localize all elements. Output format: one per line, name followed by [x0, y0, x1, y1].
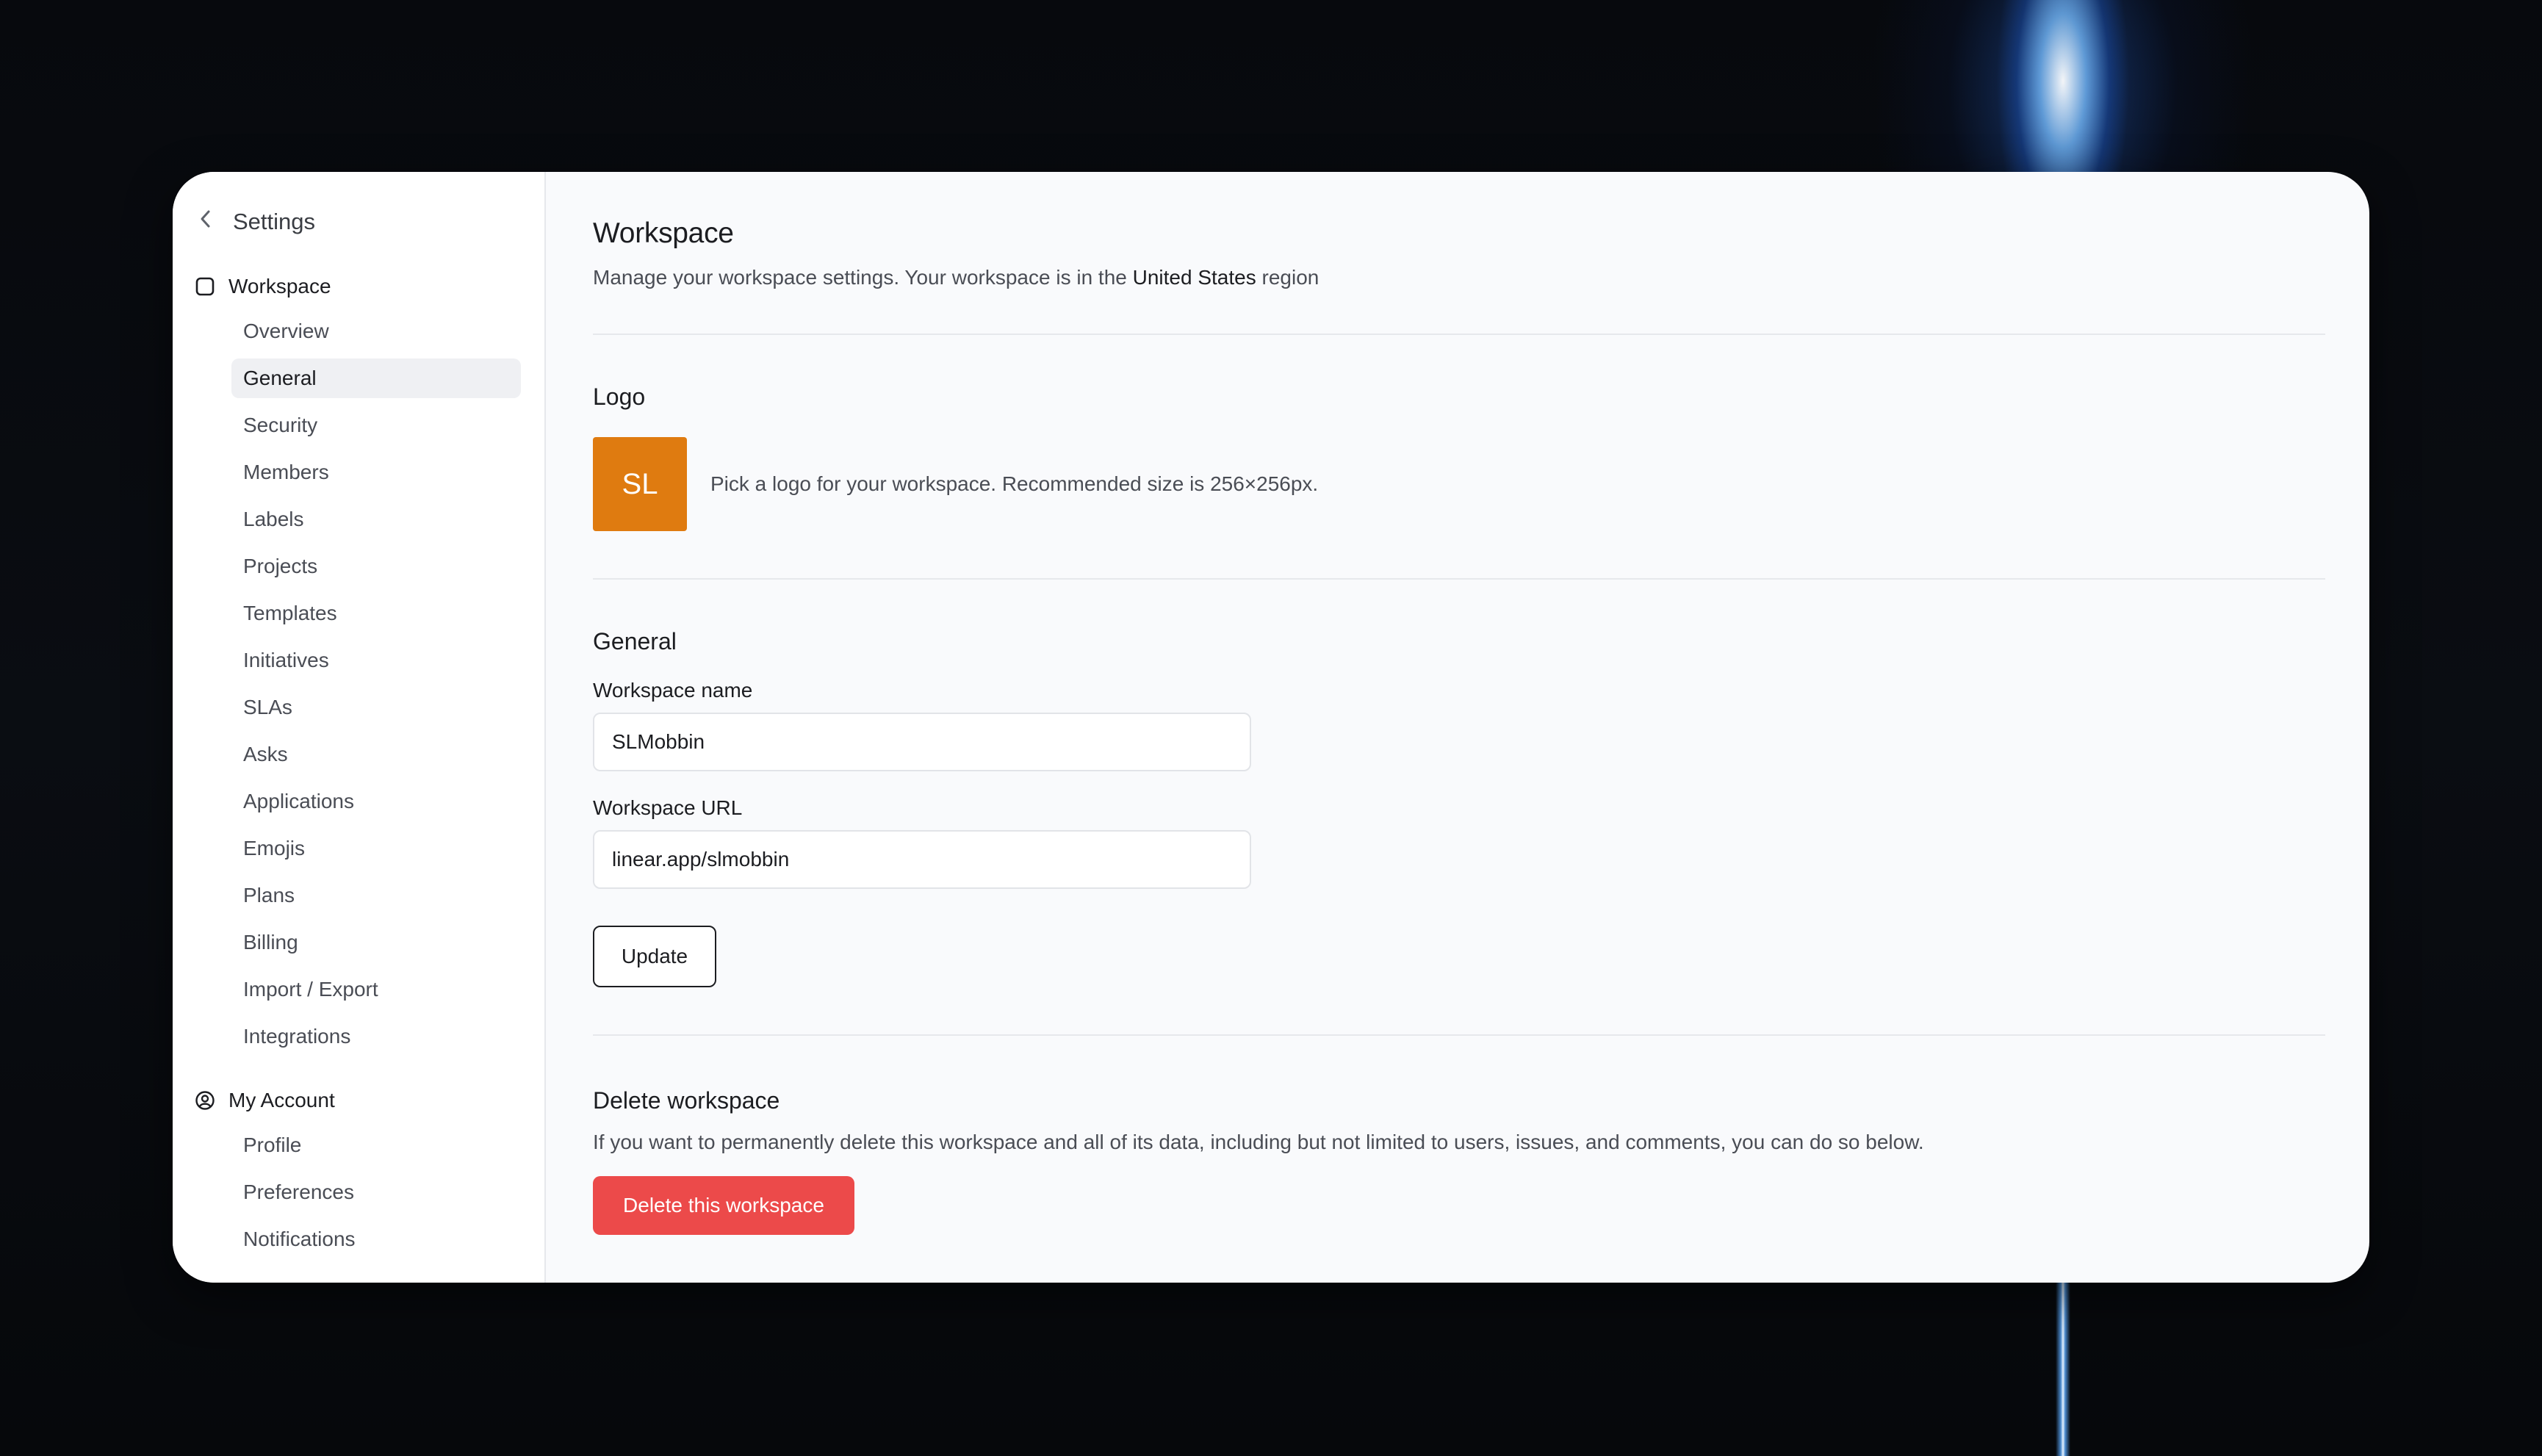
logo-hint: Pick a logo for your workspace. Recommen… — [710, 472, 1319, 495]
delete-description: If you want to permanently delete this w… — [593, 1131, 1924, 1153]
sidebar-item-labels[interactable]: Labels — [231, 500, 521, 539]
back-to-settings-button[interactable]: Settings — [198, 201, 544, 242]
divider — [593, 334, 2325, 335]
account-group-title: My Account — [228, 1089, 335, 1111]
workspace-name-label: Workspace name — [593, 679, 753, 702]
general-section-title: General — [593, 628, 677, 655]
user-circle-icon — [195, 1090, 215, 1111]
sidebar-item-billing[interactable]: Billing — [231, 923, 521, 962]
sidebar-item-slas[interactable]: SLAs — [231, 688, 521, 727]
delete-workspace-button[interactable]: Delete this workspace — [593, 1176, 854, 1235]
page-title: Workspace — [593, 217, 734, 249]
logo-section-title: Logo — [593, 383, 646, 410]
back-label: Settings — [233, 209, 316, 234]
workspace-group-title: Workspace — [228, 275, 331, 298]
sidebar-item-applications[interactable]: Applications — [231, 782, 521, 821]
sidebar-item-integrations[interactable]: Integrations — [231, 1017, 521, 1056]
sidebar-item-initiatives[interactable]: Initiatives — [231, 641, 521, 680]
sidebar-item-emojis[interactable]: Emojis — [231, 829, 521, 868]
workspace-nav-list: Overview General Security Members Labels Proj… — [173, 311, 544, 1056]
sidebar-item-plans[interactable]: Plans — [231, 876, 521, 915]
workspace-url-label: Workspace URL — [593, 796, 743, 819]
divider — [593, 1034, 2325, 1036]
account-group-header: My Account — [195, 1078, 544, 1122]
workspace-url-input[interactable]: linear.app/slmobbin — [593, 830, 1251, 889]
sidebar-item-overview[interactable]: Overview — [231, 311, 521, 351]
divider — [593, 578, 2325, 580]
update-button[interactable]: Update — [593, 926, 716, 987]
delete-section-title: Delete workspace — [593, 1087, 780, 1114]
chevron-left-icon — [198, 208, 220, 237]
sidebar-item-preferences[interactable]: Preferences — [231, 1172, 521, 1212]
settings-window: Settings Workspace Overview General Securi… — [173, 172, 2369, 1283]
sidebar-item-general[interactable]: General — [231, 358, 521, 398]
background-light-beam — [2056, 1278, 2070, 1456]
sidebar-item-import-export[interactable]: Import / Export — [231, 970, 521, 1009]
workspace-icon — [195, 276, 215, 297]
sidebar-item-notifications[interactable]: Notifications — [231, 1219, 521, 1259]
sidebar-item-asks[interactable]: Asks — [231, 735, 521, 774]
sidebar-item-projects[interactable]: Projects — [231, 547, 521, 586]
settings-content: Workspace Manage your workspace settings… — [546, 172, 2369, 1283]
workspace-group-header: Workspace — [195, 264, 544, 309]
account-nav-list: Profile Preferences Notifications — [173, 1125, 544, 1259]
subtitle-suffix: region — [1261, 266, 1319, 289]
sidebar-item-profile[interactable]: Profile — [231, 1125, 521, 1165]
sidebar-item-members[interactable]: Members — [231, 453, 521, 492]
subtitle-prefix: Manage your workspace settings. Your wor… — [593, 266, 1127, 289]
settings-sidebar: Settings Workspace Overview General Securi… — [173, 172, 546, 1283]
logo-row: SL Pick a logo for your workspace. Recom… — [593, 437, 2325, 531]
workspace-logo-picker[interactable]: SL — [593, 437, 687, 531]
sidebar-item-templates[interactable]: Templates — [231, 594, 521, 633]
workspace-name-input[interactable]: SLMobbin — [593, 713, 1251, 771]
region-name: United States — [1132, 266, 1256, 289]
page-subtitle: Manage your workspace settings. Your wor… — [593, 266, 2325, 289]
sidebar-item-security[interactable]: Security — [231, 406, 521, 445]
